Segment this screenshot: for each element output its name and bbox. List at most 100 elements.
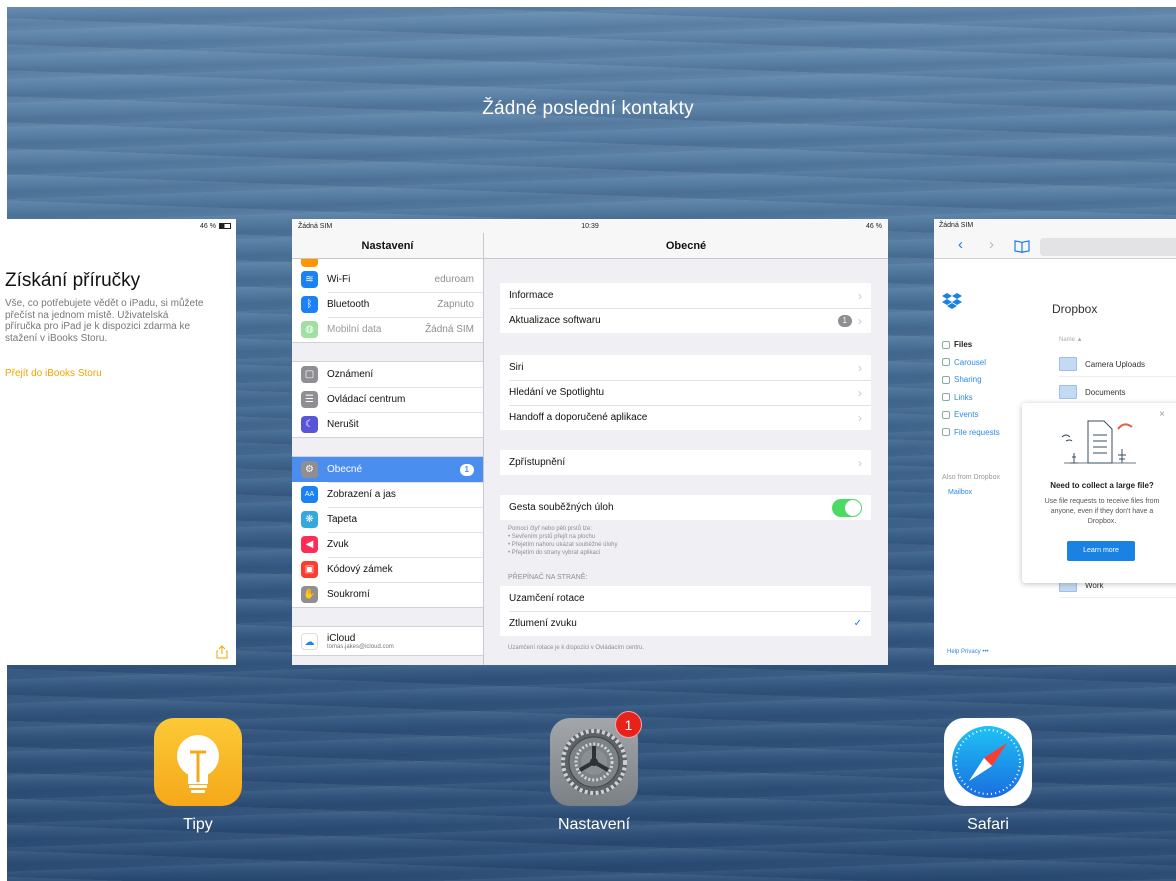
sidebar-item-general[interactable]: ⚙ Obecné 1: [292, 457, 483, 482]
learn-more-button[interactable]: Learn more: [1067, 541, 1135, 561]
status-bar: 46 %: [0, 219, 236, 233]
calendar-icon: [942, 410, 950, 419]
battery-level: 46 %: [200, 222, 216, 230]
nav-files[interactable]: Files: [942, 336, 1032, 354]
detail-group-siri: Siri › Hledání ve Spotlightu › Handoff a…: [500, 355, 871, 430]
hand-icon: ✋: [301, 586, 318, 603]
back-icon[interactable]: ‹: [958, 236, 963, 253]
sidebar-item-wifi[interactable]: ≋ Wi-Fi eduroam: [292, 267, 483, 292]
dock-app-safari[interactable]: Safari: [928, 718, 1048, 834]
chevron-right-icon: ›: [858, 360, 862, 375]
update-count-badge: 1: [837, 314, 852, 327]
name-column-header[interactable]: Name ▲: [1059, 337, 1083, 343]
forward-icon[interactable]: ›: [989, 236, 994, 253]
file-row[interactable]: Camera Uploads: [1059, 352, 1176, 377]
sidebar-item-sound[interactable]: ◀ Zvuk: [292, 532, 483, 557]
detail-group-about: Informace › Aktualizace softwaru 1 ›: [500, 283, 871, 333]
row-software-update[interactable]: Aktualizace softwaru 1 ›: [500, 308, 871, 333]
dock-app-tips[interactable]: Tipy: [138, 718, 258, 834]
nav-carousel[interactable]: Carousel: [942, 354, 1032, 372]
speaker-icon: ◀: [301, 536, 318, 553]
general-settings-pane: Obecné Informace › Aktualizace softwaru …: [484, 233, 888, 665]
compass-icon[interactable]: [944, 718, 1032, 806]
address-bar[interactable]: [1040, 238, 1176, 256]
tips-title: Získání příručky: [5, 270, 141, 291]
icloud-label-block: iCloud tomas.jakes@icloud.com: [327, 633, 394, 650]
chevron-right-icon: ›: [858, 410, 862, 425]
row-label: Ztlumení zvuku: [509, 618, 577, 629]
sidebar-group-general: ⚙ Obecné 1 AA Zobrazení a jas ❋ Tapeta ◀…: [292, 456, 483, 608]
file-request-icon: [942, 428, 950, 437]
gear-icon: ⚙: [301, 461, 318, 478]
sidebar-title: Nastavení: [292, 233, 483, 259]
dropbox-nav: Files Carousel Sharing Links Events File…: [942, 336, 1032, 441]
ibooks-store-link[interactable]: Přejít do iBooks Storu: [5, 368, 102, 379]
safari-toolbar: Žádná SIM ‹ ›: [934, 219, 1176, 259]
sidebar-item-mobile-data[interactable]: ◍ Mobilní data Žádná SIM: [292, 317, 483, 342]
sidebar-item-passcode[interactable]: ▣ Kódový zámek: [292, 557, 483, 582]
dock-app-settings[interactable]: 1 Nastavení: [534, 711, 654, 834]
nav-events[interactable]: Events: [942, 406, 1032, 424]
sidebar-item-control-center[interactable]: ☰ Ovládací centrum: [292, 387, 483, 412]
close-icon[interactable]: ×: [1159, 409, 1165, 420]
nav-label: Sharing: [954, 375, 982, 385]
detail-group-side-switch: Uzamčení rotace Ztlumení zvuku ✓: [500, 586, 871, 636]
rotation-note: Uzamčení rotace je k dispozici v Ovládac…: [508, 645, 645, 651]
update-badge: 1: [459, 463, 474, 476]
safari-app-preview[interactable]: Žádná SIM ‹ › Dropbox Files Carousel Sha…: [934, 219, 1176, 665]
sidebar-item-display[interactable]: AA Zobrazení a jas: [292, 482, 483, 507]
nav-links[interactable]: Links: [942, 389, 1032, 407]
checkmark-icon: ✓: [853, 618, 862, 629]
popup-title: Need to collect a large file?: [1050, 481, 1154, 490]
file-row[interactable]: Documents: [1059, 380, 1176, 405]
nav-label: Links: [954, 392, 973, 402]
bluetooth-icon: ᛒ: [301, 296, 318, 313]
sidebar-group-connectivity: ≋ Wi-Fi eduroam ᛒ Bluetooth Zapnuto ◍ Mo…: [292, 267, 483, 343]
detail-group-accessibility: Zpřístupnění ›: [500, 450, 871, 475]
row-handoff[interactable]: Handoff a doporučené aplikace ›: [500, 405, 871, 430]
status-bar: Žádná SIM 10:39 46 %: [292, 219, 888, 233]
nav-sharing[interactable]: Sharing: [942, 371, 1032, 389]
control-center-icon: ☰: [301, 391, 318, 408]
settings-sidebar: Nastavení ≋ Wi-Fi eduroam ᛒ Bluetooth Za…: [292, 233, 484, 665]
sidebar-item-wallpaper[interactable]: ❋ Tapeta: [292, 507, 483, 532]
also-from-dropbox-label: Also from Dropbox: [942, 474, 1000, 481]
row-multitasking-gestures[interactable]: Gesta souběžných úloh: [500, 495, 871, 520]
settings-gear-icon[interactable]: 1: [550, 711, 642, 806]
moon-icon: ☾: [301, 416, 318, 433]
sidebar-item-value: eduroam: [434, 274, 474, 285]
sidebar-item-do-not-disturb[interactable]: ☾ Nerušit: [292, 412, 483, 437]
row-lock-rotation[interactable]: Uzamčení rotace: [500, 586, 871, 611]
lightbulb-icon[interactable]: [154, 718, 242, 806]
detail-title: Obecné: [484, 233, 888, 259]
row-about[interactable]: Informace ›: [500, 283, 871, 308]
bookmarks-icon[interactable]: [1014, 240, 1030, 253]
row-siri[interactable]: Siri ›: [500, 355, 871, 380]
sidebar-item-label: Oznámení: [327, 369, 374, 380]
lightbulb-glyph: [177, 735, 219, 793]
battery-icon: [219, 223, 231, 229]
settings-app-preview[interactable]: Žádná SIM 10:39 46 % Nastavení ≋ Wi-Fi e…: [292, 219, 888, 665]
clock: 10:39: [581, 222, 599, 230]
multitasking-toggle[interactable]: [832, 498, 862, 517]
chevron-right-icon: ›: [858, 455, 862, 470]
page-title: Dropbox: [1052, 302, 1098, 316]
share-icon[interactable]: [216, 645, 228, 659]
tips-app-preview[interactable]: 46 % Získání příručky Vše, co potřebujet…: [0, 219, 236, 665]
mailbox-link[interactable]: Mailbox: [948, 489, 972, 496]
row-mute[interactable]: Ztlumení zvuku ✓: [500, 611, 871, 636]
nav-file-requests[interactable]: File requests: [942, 424, 1032, 442]
carrier-label: Žádná SIM: [939, 221, 974, 229]
sidebar-item-privacy[interactable]: ✋ Soukromí: [292, 582, 483, 607]
sidebar-item-label: Tapeta: [327, 514, 358, 525]
notification-badge: 1: [615, 711, 642, 738]
chevron-right-icon: ›: [858, 288, 862, 303]
row-spotlight[interactable]: Hledání ve Spotlightu ›: [500, 380, 871, 405]
row-accessibility[interactable]: Zpřístupnění ›: [500, 450, 871, 475]
sidebar-item-bluetooth[interactable]: ᛒ Bluetooth Zapnuto: [292, 292, 483, 317]
footer-links[interactable]: Help Privacy •••: [947, 649, 989, 655]
sidebar-item-icloud[interactable]: ☁ iCloud tomas.jakes@icloud.com: [292, 627, 483, 655]
sidebar-item-notifications[interactable]: ▢ Oznámení: [292, 362, 483, 387]
notifications-icon: ▢: [301, 366, 318, 383]
link-icon: [942, 393, 950, 402]
